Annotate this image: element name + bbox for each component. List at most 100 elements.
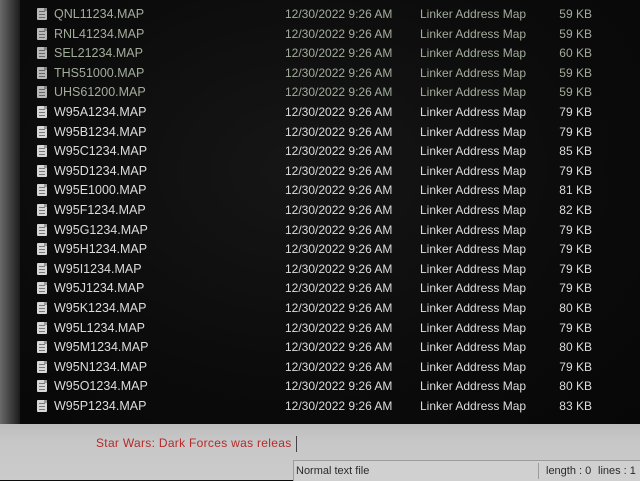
document-file-icon bbox=[37, 47, 47, 60]
status-separator bbox=[538, 463, 539, 479]
file-date-modified: 12/30/2022 9:26 AM bbox=[285, 379, 393, 394]
file-name: W95F1234.MAP bbox=[54, 203, 146, 217]
text-caret bbox=[296, 436, 297, 452]
file-type: Linker Address Map bbox=[420, 163, 527, 178]
file-date-modified: 12/30/2022 9:26 AM bbox=[285, 65, 393, 80]
file-row[interactable]: W95E1000.MAP 12/30/2022 9:26 AM Linker Add… bbox=[20, 180, 640, 200]
file-type: Linker Address Map bbox=[420, 85, 527, 100]
file-type: Linker Address Map bbox=[420, 242, 527, 257]
file-size: 79 KB bbox=[559, 261, 592, 276]
document-file-icon bbox=[37, 164, 47, 177]
document-file-icon bbox=[37, 86, 47, 99]
file-size: 79 KB bbox=[559, 320, 592, 335]
file-row[interactable]: W95K1234.MAP 12/30/2022 9:26 AM Linker Add… bbox=[20, 298, 640, 318]
file-row[interactable]: W95L1234.MAP 12/30/2022 9:26 AM Linker Add… bbox=[20, 318, 640, 338]
document-file-icon bbox=[37, 380, 47, 393]
file-date-modified: 12/30/2022 9:26 AM bbox=[285, 105, 393, 119]
file-name: W95M1234.MAP bbox=[54, 340, 149, 355]
file-row[interactable]: W95I1234.MAP 12/30/2022 9:26 AM Linker Add… bbox=[20, 259, 640, 279]
document-file-icon bbox=[37, 360, 47, 373]
file-name: W95C1234.MAP bbox=[54, 144, 148, 159]
file-row[interactable]: RNL41234.MAP 12/30/2022 9:26 AM Linker Add… bbox=[20, 24, 640, 44]
file-row[interactable]: SEL21234.MAP 12/30/2022 9:26 AM Linker Add… bbox=[20, 43, 640, 63]
file-row[interactable]: W95B1234.MAP 12/30/2022 9:26 AM Linker Add… bbox=[20, 122, 640, 142]
file-row[interactable]: W95P1234.MAP 12/30/2022 9:26 AM Linker Add… bbox=[20, 396, 640, 416]
file-size: 59 KB bbox=[559, 65, 592, 80]
file-name: W95L1234.MAP bbox=[54, 320, 146, 335]
file-type: Linker Address Map bbox=[420, 26, 527, 41]
file-row[interactable]: W95N1234.MAP 12/30/2022 9:26 AM Linker Add… bbox=[20, 357, 640, 377]
file-size: 59 KB bbox=[559, 85, 592, 100]
file-size: 79 KB bbox=[559, 124, 592, 139]
file-name: W95P1234.MAP bbox=[54, 399, 147, 413]
file-row[interactable]: QNL11234.MAP 12/30/2022 9:26 AM Linker Add… bbox=[20, 4, 640, 24]
file-row[interactable]: W95D1234.MAP 12/30/2022 9:26 AM Linker Add… bbox=[20, 161, 640, 181]
file-date-modified: 12/30/2022 9:26 AM bbox=[285, 320, 393, 335]
file-name: W95A1234.MAP bbox=[54, 105, 147, 119]
file-size: 85 KB bbox=[559, 144, 592, 159]
file-type: Linker Address Map bbox=[420, 7, 527, 21]
file-row[interactable]: W95H1234.MAP 12/30/2022 9:26 AM Linker Add… bbox=[20, 239, 640, 259]
file-name: THS51000.MAP bbox=[54, 65, 145, 80]
file-date-modified: 12/30/2022 9:26 AM bbox=[285, 203, 393, 217]
file-list[interactable]: QNL11234.MAP 12/30/2022 9:26 AM Linker Add… bbox=[20, 0, 640, 424]
file-row[interactable]: W95G1234.MAP 12/30/2022 9:26 AM Linker Add… bbox=[20, 220, 640, 240]
file-date-modified: 12/30/2022 9:26 AM bbox=[285, 281, 393, 296]
status-file-type: Normal text file bbox=[296, 465, 370, 477]
file-name: W95K1234.MAP bbox=[54, 301, 147, 315]
file-name: W95O1234.MAP bbox=[54, 379, 148, 394]
file-name: W95N1234.MAP bbox=[54, 359, 148, 374]
file-date-modified: 12/30/2022 9:26 AM bbox=[285, 85, 393, 100]
file-size: 80 KB bbox=[559, 301, 592, 315]
file-size: 60 KB bbox=[559, 46, 592, 61]
file-type: Linker Address Map bbox=[420, 124, 527, 139]
file-size: 79 KB bbox=[559, 359, 592, 374]
file-row[interactable]: W95M1234.MAP 12/30/2022 9:26 AM Linker Add… bbox=[20, 337, 640, 357]
file-date-modified: 12/30/2022 9:26 AM bbox=[285, 399, 393, 413]
file-row[interactable]: W95A1234.MAP 12/30/2022 9:26 AM Linker Add… bbox=[20, 102, 640, 122]
document-file-icon bbox=[37, 321, 47, 334]
file-size: 79 KB bbox=[559, 222, 592, 237]
file-name: W95J1234.MAP bbox=[54, 281, 145, 296]
file-date-modified: 12/30/2022 9:26 AM bbox=[285, 163, 393, 178]
file-type: Linker Address Map bbox=[420, 46, 527, 61]
file-row[interactable]: THS51000.MAP 12/30/2022 9:26 AM Linker Add… bbox=[20, 63, 640, 83]
file-date-modified: 12/30/2022 9:26 AM bbox=[285, 222, 393, 237]
file-size: 59 KB bbox=[559, 7, 592, 21]
file-row[interactable]: W95J1234.MAP 12/30/2022 9:26 AM Linker Add… bbox=[20, 278, 640, 298]
file-name: W95G1234.MAP bbox=[54, 222, 148, 237]
file-type: Linker Address Map bbox=[420, 222, 527, 237]
file-size: 82 KB bbox=[559, 203, 592, 217]
file-size: 80 KB bbox=[559, 379, 592, 394]
file-date-modified: 12/30/2022 9:26 AM bbox=[285, 301, 393, 315]
file-type: Linker Address Map bbox=[420, 105, 527, 119]
file-type: Linker Address Map bbox=[420, 65, 527, 80]
file-type: Linker Address Map bbox=[420, 281, 527, 296]
document-file-icon bbox=[37, 8, 47, 20]
file-date-modified: 12/30/2022 9:26 AM bbox=[285, 183, 393, 198]
file-name: SEL21234.MAP bbox=[54, 46, 143, 61]
file-row[interactable]: W95O1234.MAP 12/30/2022 9:26 AM Linker Add… bbox=[20, 376, 640, 396]
file-size: 79 KB bbox=[559, 281, 592, 296]
notepad-text-line[interactable]: Star Wars: Dark Forces was releas bbox=[96, 434, 296, 452]
file-date-modified: 12/30/2022 9:26 AM bbox=[285, 242, 393, 257]
file-type: Linker Address Map bbox=[420, 301, 527, 315]
file-date-modified: 12/30/2022 9:26 AM bbox=[285, 7, 393, 21]
file-name: W95B1234.MAP bbox=[54, 124, 147, 139]
file-name: UHS61200.MAP bbox=[54, 85, 146, 100]
file-date-modified: 12/30/2022 9:26 AM bbox=[285, 124, 393, 139]
file-type: Linker Address Map bbox=[420, 144, 527, 159]
file-date-modified: 12/30/2022 9:26 AM bbox=[285, 359, 393, 374]
file-size: 79 KB bbox=[559, 163, 592, 178]
file-name: W95E1000.MAP bbox=[54, 183, 147, 198]
document-file-icon bbox=[37, 341, 47, 354]
file-name: RNL41234.MAP bbox=[54, 26, 145, 41]
file-name: W95D1234.MAP bbox=[54, 163, 148, 178]
file-type: Linker Address Map bbox=[420, 183, 527, 198]
document-file-icon bbox=[37, 282, 47, 295]
file-row[interactable]: UHS61200.MAP 12/30/2022 9:26 AM Linker Add… bbox=[20, 82, 640, 102]
file-type: Linker Address Map bbox=[420, 203, 527, 217]
file-size: 80 KB bbox=[559, 340, 592, 355]
file-row[interactable]: W95F1234.MAP 12/30/2022 9:26 AM Linker Add… bbox=[20, 200, 640, 220]
file-row[interactable]: W95C1234.MAP 12/30/2022 9:26 AM Linker Add… bbox=[20, 141, 640, 161]
